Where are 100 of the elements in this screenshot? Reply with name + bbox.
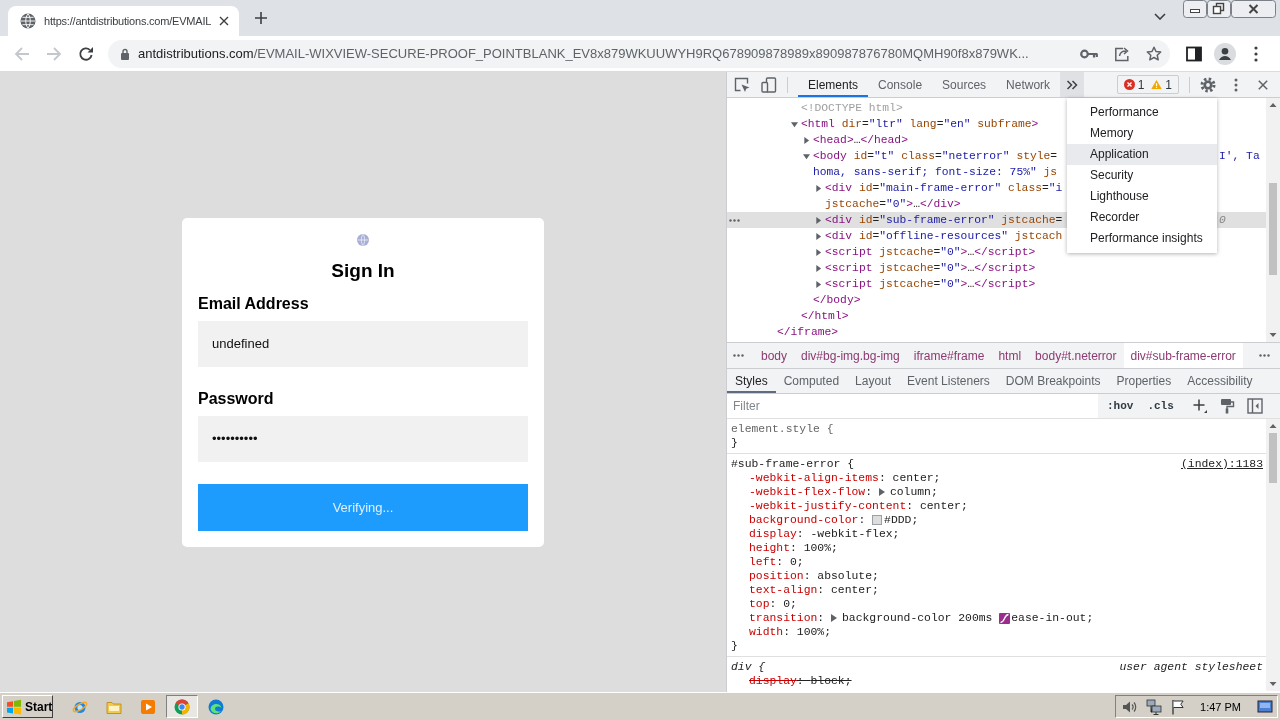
tree-node[interactable]: <head>…</head> bbox=[803, 132, 908, 148]
css-declaration[interactable]: display: -webkit-flex; bbox=[731, 527, 1263, 541]
minimize-icon[interactable] bbox=[1183, 0, 1207, 18]
pane-tab[interactable]: Computed bbox=[775, 369, 848, 393]
css-selector[interactable]: element.style { bbox=[731, 422, 834, 436]
css-selector[interactable]: div { bbox=[731, 660, 766, 674]
css-declaration[interactable]: left: 0; bbox=[731, 555, 1263, 569]
restore-icon[interactable] bbox=[1207, 0, 1231, 18]
caret-right-icon[interactable] bbox=[815, 248, 822, 256]
input-field[interactable]: undefined bbox=[198, 320, 528, 367]
pane-tab[interactable]: DOM Breakpoints bbox=[997, 369, 1109, 393]
start-button[interactable]: Start bbox=[2, 695, 53, 718]
panel-tab[interactable]: Network bbox=[996, 72, 1061, 97]
browser-tab[interactable]: https://antdistributions.com/EVMAIL bbox=[8, 6, 240, 36]
css-declaration[interactable]: text-align: center; bbox=[731, 583, 1263, 597]
css-declaration[interactable]: position: absolute; bbox=[731, 569, 1263, 583]
address-bar[interactable]: antdistributions.com/EVMAIL-WIXVIEW-SECURE-PROOF_POINTBLANK_EV8x879WKUUWYH9RQ678909878989x890987876780MQMH90f8x879WK... bbox=[108, 39, 1170, 68]
panel-tab[interactable]: Console bbox=[868, 72, 933, 97]
breadcrumb[interactable]: html bbox=[991, 343, 1029, 368]
kebab-menu-icon[interactable] bbox=[1234, 77, 1238, 92]
caret-right-icon[interactable] bbox=[831, 614, 838, 622]
settings-icon[interactable] bbox=[1200, 76, 1216, 93]
chevron-down-icon[interactable] bbox=[1154, 13, 1166, 20]
toggle-button[interactable]: .cls bbox=[1142, 400, 1179, 412]
inspect-cursor-icon[interactable] bbox=[734, 76, 750, 93]
caret-right-icon[interactable] bbox=[815, 216, 822, 224]
menu-item[interactable]: Lighthouse bbox=[1067, 186, 1217, 207]
scrollbar[interactable] bbox=[1266, 419, 1280, 691]
caret-right-icon[interactable] bbox=[803, 136, 810, 144]
ellipsis-icon[interactable] bbox=[1259, 354, 1270, 357]
css-declaration[interactable]: -webkit-justify-content: center; bbox=[731, 499, 1263, 513]
css-declaration[interactable]: top: 0; bbox=[731, 597, 1263, 611]
menu-item[interactable]: Application bbox=[1067, 144, 1217, 165]
source-link[interactable]: (index):1183 bbox=[1180, 457, 1263, 471]
caret-right-icon[interactable] bbox=[815, 184, 822, 192]
input-field[interactable]: •••••••••• bbox=[198, 415, 528, 462]
side-panel-icon[interactable] bbox=[1186, 45, 1202, 62]
breadcrumb[interactable]: div#bg-img.bg-img bbox=[794, 343, 907, 368]
tree-node[interactable]: <script jstcache="0">…</script> bbox=[815, 244, 1036, 260]
clock-text[interactable]: 1:47 PM bbox=[1200, 700, 1241, 713]
pane-tab[interactable]: Properties bbox=[1108, 369, 1180, 393]
flag-icon[interactable] bbox=[1170, 698, 1187, 715]
issues-button[interactable]: 1 1 bbox=[1116, 75, 1179, 94]
css-declaration[interactable]: display: block; bbox=[731, 674, 1263, 688]
menu-item[interactable]: Memory bbox=[1067, 123, 1217, 144]
pane-tab[interactable]: Event Listeners bbox=[899, 369, 998, 393]
caret-right-icon[interactable] bbox=[815, 280, 822, 288]
panel-tab[interactable]: Sources bbox=[932, 72, 997, 97]
tree-node[interactable]: <div id="offline-resources" jstcach bbox=[815, 228, 1063, 244]
caret-down-icon[interactable] bbox=[803, 152, 810, 160]
tree-node[interactable]: <div id="main-frame-error" class="i jstcache="0">…</div> bbox=[815, 180, 1063, 212]
devices-icon[interactable] bbox=[761, 76, 777, 93]
caret-right-icon[interactable] bbox=[878, 488, 885, 496]
close-icon[interactable] bbox=[1258, 79, 1268, 90]
color-swatch-icon[interactable] bbox=[872, 515, 883, 525]
pane-tab[interactable]: Accessibility bbox=[1179, 369, 1261, 393]
menu-item[interactable]: Performance insights bbox=[1067, 228, 1217, 249]
avatar-icon[interactable] bbox=[1214, 42, 1236, 65]
pane-tab[interactable]: Layout bbox=[847, 369, 900, 393]
close-icon[interactable] bbox=[219, 16, 230, 26]
tree-node[interactable]: <script jstcache="0">…</script> bbox=[815, 276, 1036, 292]
network-icon[interactable] bbox=[1146, 698, 1163, 715]
css-declaration[interactable]: transition: background-color 200ms ease-in-out; bbox=[731, 611, 1263, 625]
tree-node[interactable]: </body> bbox=[803, 292, 861, 308]
close-icon[interactable] bbox=[1231, 0, 1276, 18]
tree-node[interactable]: </iframe> bbox=[767, 324, 838, 340]
tree-node[interactable]: <div id="sub-frame-error" jstcache= bbox=[815, 212, 1063, 228]
paint-roller-icon[interactable] bbox=[1218, 398, 1235, 414]
css-selector[interactable]: #sub-frame-error { bbox=[731, 457, 855, 471]
ellipsis-icon[interactable] bbox=[733, 354, 744, 357]
tree-node[interactable]: <html dir="ltr" lang="en" subframe> bbox=[791, 116, 1039, 132]
filter-field[interactable]: Filter bbox=[727, 394, 1098, 418]
panel-toggle-icon[interactable] bbox=[1246, 398, 1263, 414]
css-declaration[interactable]: height: 100%; bbox=[731, 541, 1263, 555]
kebab-menu-icon[interactable] bbox=[1254, 45, 1258, 62]
css-declaration[interactable]: -webkit-flex-flow: column; bbox=[731, 485, 1263, 499]
toggle-button[interactable]: :hov bbox=[1102, 400, 1139, 412]
tree-node[interactable]: <script jstcache="0">…</script> bbox=[815, 260, 1036, 276]
star-icon[interactable] bbox=[1146, 45, 1162, 62]
lock-icon[interactable] bbox=[120, 47, 130, 60]
breadcrumb[interactable]: body#t.neterror bbox=[1028, 343, 1124, 368]
caret-right-icon[interactable] bbox=[815, 232, 822, 240]
breadcrumb[interactable]: div#sub-frame-error bbox=[1123, 343, 1243, 368]
plus-icon[interactable] bbox=[255, 12, 268, 24]
taskbar-button[interactable] bbox=[166, 695, 198, 718]
css-declaration[interactable]: width: 100%; bbox=[731, 625, 1263, 639]
caret-right-icon[interactable] bbox=[815, 264, 822, 272]
menu-item[interactable]: Security bbox=[1067, 165, 1217, 186]
ellipsis-icon[interactable] bbox=[728, 218, 740, 222]
curve-icon[interactable] bbox=[999, 612, 1011, 624]
caret-down-icon[interactable] bbox=[791, 120, 798, 128]
reload-icon[interactable] bbox=[78, 45, 94, 62]
css-declaration[interactable]: background-color: #DDD; bbox=[731, 513, 1263, 527]
scrollbar[interactable] bbox=[1266, 98, 1280, 342]
menu-item[interactable]: Performance bbox=[1067, 102, 1217, 123]
breadcrumb[interactable]: body bbox=[754, 343, 795, 368]
css-declaration[interactable]: -webkit-align-items: center; bbox=[731, 471, 1263, 485]
breadcrumb[interactable]: iframe#frame bbox=[906, 343, 992, 368]
plus-icon[interactable] bbox=[1192, 399, 1207, 413]
menu-item[interactable]: Recorder bbox=[1067, 207, 1217, 228]
